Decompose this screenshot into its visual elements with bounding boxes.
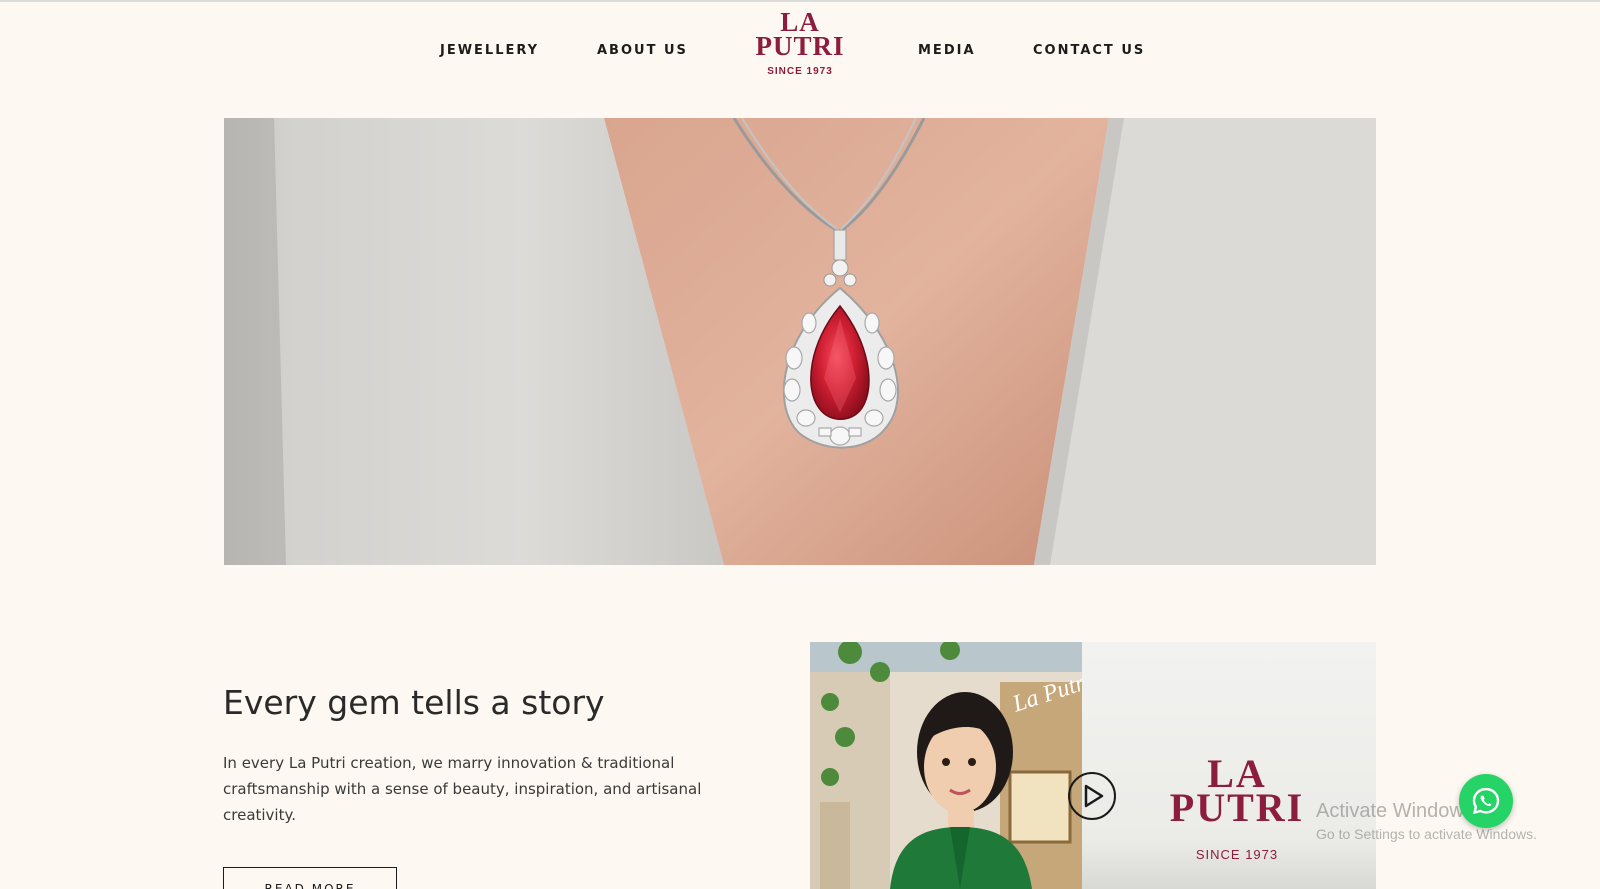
nav-jewellery[interactable]: JEWELLERY	[440, 43, 539, 58]
video-logo: LA PUTRI SINCE 1973	[1082, 754, 1376, 863]
main-nav: JEWELLERY ABOUT US LA PUTRI SINCE 1973 M…	[0, 0, 1600, 100]
video-logo-since: SINCE 1973	[1195, 847, 1279, 862]
brand-logo[interactable]: LA PUTRI SINCE 1973	[736, 9, 864, 78]
nav-media[interactable]: MEDIA	[918, 43, 976, 58]
story-text: In every La Putri creation, we marry inn…	[223, 754, 702, 824]
brand-video[interactable]: La Putri LA PUTRI SINCE 1973	[810, 642, 1376, 889]
video-logo-line-2: PUTRI	[1169, 785, 1305, 830]
logo-since: SINCE 1973	[767, 66, 833, 77]
video-brand-panel: LA PUTRI SINCE 1973	[1082, 642, 1376, 889]
whatsapp-button[interactable]	[1459, 774, 1513, 828]
read-more-button[interactable]: READ MORE	[223, 867, 397, 889]
logo-line-2: PUTRI	[755, 31, 845, 61]
nav-contact-us[interactable]: CONTACT US	[1033, 43, 1145, 58]
video-illustration: La Putri	[810, 642, 1094, 889]
nav-about-us[interactable]: ABOUT US	[597, 43, 688, 58]
hero-image	[224, 118, 1376, 565]
play-icon	[1084, 784, 1104, 808]
whatsapp-icon	[1472, 787, 1500, 815]
play-button[interactable]	[1068, 772, 1116, 820]
story-title: Every gem tells a story	[223, 683, 605, 722]
